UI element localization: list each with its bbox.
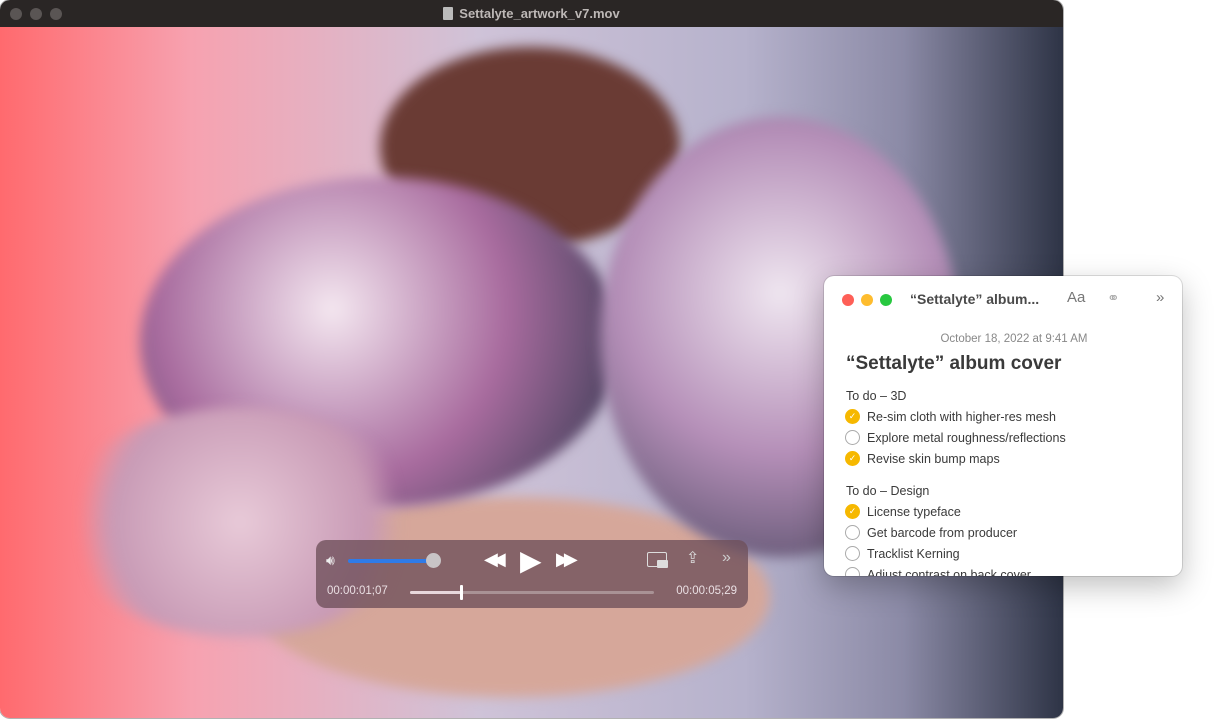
note-heading: “Settalyte” album cover: [846, 353, 1182, 375]
unchecked-circle-icon[interactable]: [845, 525, 860, 540]
collaborate-icon[interactable]: ⚭: [1107, 289, 1120, 307]
checklist-item-text[interactable]: Explore metal roughness/reflections: [867, 431, 1066, 445]
zoom-button[interactable]: [50, 8, 62, 20]
checklist-item: Explore metal roughness/reflections: [845, 430, 1182, 445]
section-title: To do – Design: [846, 484, 1182, 498]
unchecked-circle-icon[interactable]: [845, 546, 860, 561]
timeline-played: [410, 591, 461, 594]
checked-circle-icon[interactable]: ✓: [845, 504, 860, 519]
title-bar: Settalyte_artwork_v7.mov: [0, 0, 1063, 27]
section-title: To do – 3D: [846, 389, 1182, 403]
format-button[interactable]: Aa: [1067, 289, 1085, 306]
checklist-item: Get barcode from producer: [845, 525, 1182, 540]
note-date: October 18, 2022 at 9:41 AM: [824, 333, 1182, 345]
close-button[interactable]: [10, 8, 22, 20]
notes-window-controls: [842, 294, 892, 306]
checklist-item-text[interactable]: License typeface: [867, 505, 961, 519]
unchecked-circle-icon[interactable]: [845, 567, 860, 576]
checked-circle-icon[interactable]: ✓: [845, 451, 860, 466]
more-chevron-icon[interactable]: »: [1156, 289, 1164, 306]
zoom-button[interactable]: [880, 294, 892, 306]
timeline-scrubber[interactable]: [410, 591, 654, 594]
volume-slider[interactable]: [348, 559, 434, 563]
unchecked-circle-icon[interactable]: [845, 430, 860, 445]
picture-in-picture-icon[interactable]: [647, 552, 667, 567]
checklist-item-text[interactable]: Adjust contrast on back cover: [867, 568, 1031, 577]
checklist-item: Adjust contrast on back cover: [845, 567, 1182, 576]
total-time: 00:00:05;29: [676, 585, 737, 597]
note-body[interactable]: To do – 3D ✓ Re-sim cloth with higher-res …: [824, 389, 1182, 576]
window-title: Settalyte_artwork_v7.mov: [459, 6, 619, 21]
checklist-item: ✓ License typeface: [845, 504, 1182, 519]
current-time: 00:00:01;07: [327, 585, 388, 597]
movie-file-icon: [443, 7, 453, 20]
notes-window: “Settalyte” album... Aa ⚭ » October 18, …: [824, 276, 1182, 576]
checklist-item: ✓ Re-sim cloth with higher-res mesh: [845, 409, 1182, 424]
volume-slider-thumb[interactable]: [426, 553, 441, 568]
minimize-button[interactable]: [30, 8, 42, 20]
more-chevron-icon[interactable]: »: [722, 549, 731, 567]
checklist-item: ✓ Revise skin bump maps: [845, 451, 1182, 466]
volume-icon[interactable]: 🔊︎: [326, 552, 335, 569]
notes-toolbar: “Settalyte” album... Aa ⚭ »: [824, 276, 1182, 322]
checklist-item-text[interactable]: Tracklist Kerning: [867, 547, 960, 561]
checklist-item: Tracklist Kerning: [845, 546, 1182, 561]
share-icon[interactable]: ⇪: [686, 548, 699, 568]
minimize-button[interactable]: [861, 294, 873, 306]
window-controls: [10, 8, 62, 20]
checklist-item-text[interactable]: Get barcode from producer: [867, 526, 1017, 540]
playback-controls: 🔊︎ ◀◀ ▶ ▶▶ ⇪ » 00:00:01;07 00:00:05;29: [316, 540, 748, 608]
checklist-item-text[interactable]: Re-sim cloth with higher-res mesh: [867, 410, 1056, 424]
close-button[interactable]: [842, 294, 854, 306]
play-button[interactable]: ▶: [520, 544, 542, 577]
playhead[interactable]: [460, 585, 463, 600]
checked-circle-icon[interactable]: ✓: [845, 409, 860, 424]
fast-forward-button[interactable]: ▶▶: [556, 549, 572, 570]
rewind-button[interactable]: ◀◀: [484, 549, 500, 570]
note-window-title: “Settalyte” album...: [910, 291, 1039, 307]
checklist-item-text[interactable]: Revise skin bump maps: [867, 452, 1000, 466]
